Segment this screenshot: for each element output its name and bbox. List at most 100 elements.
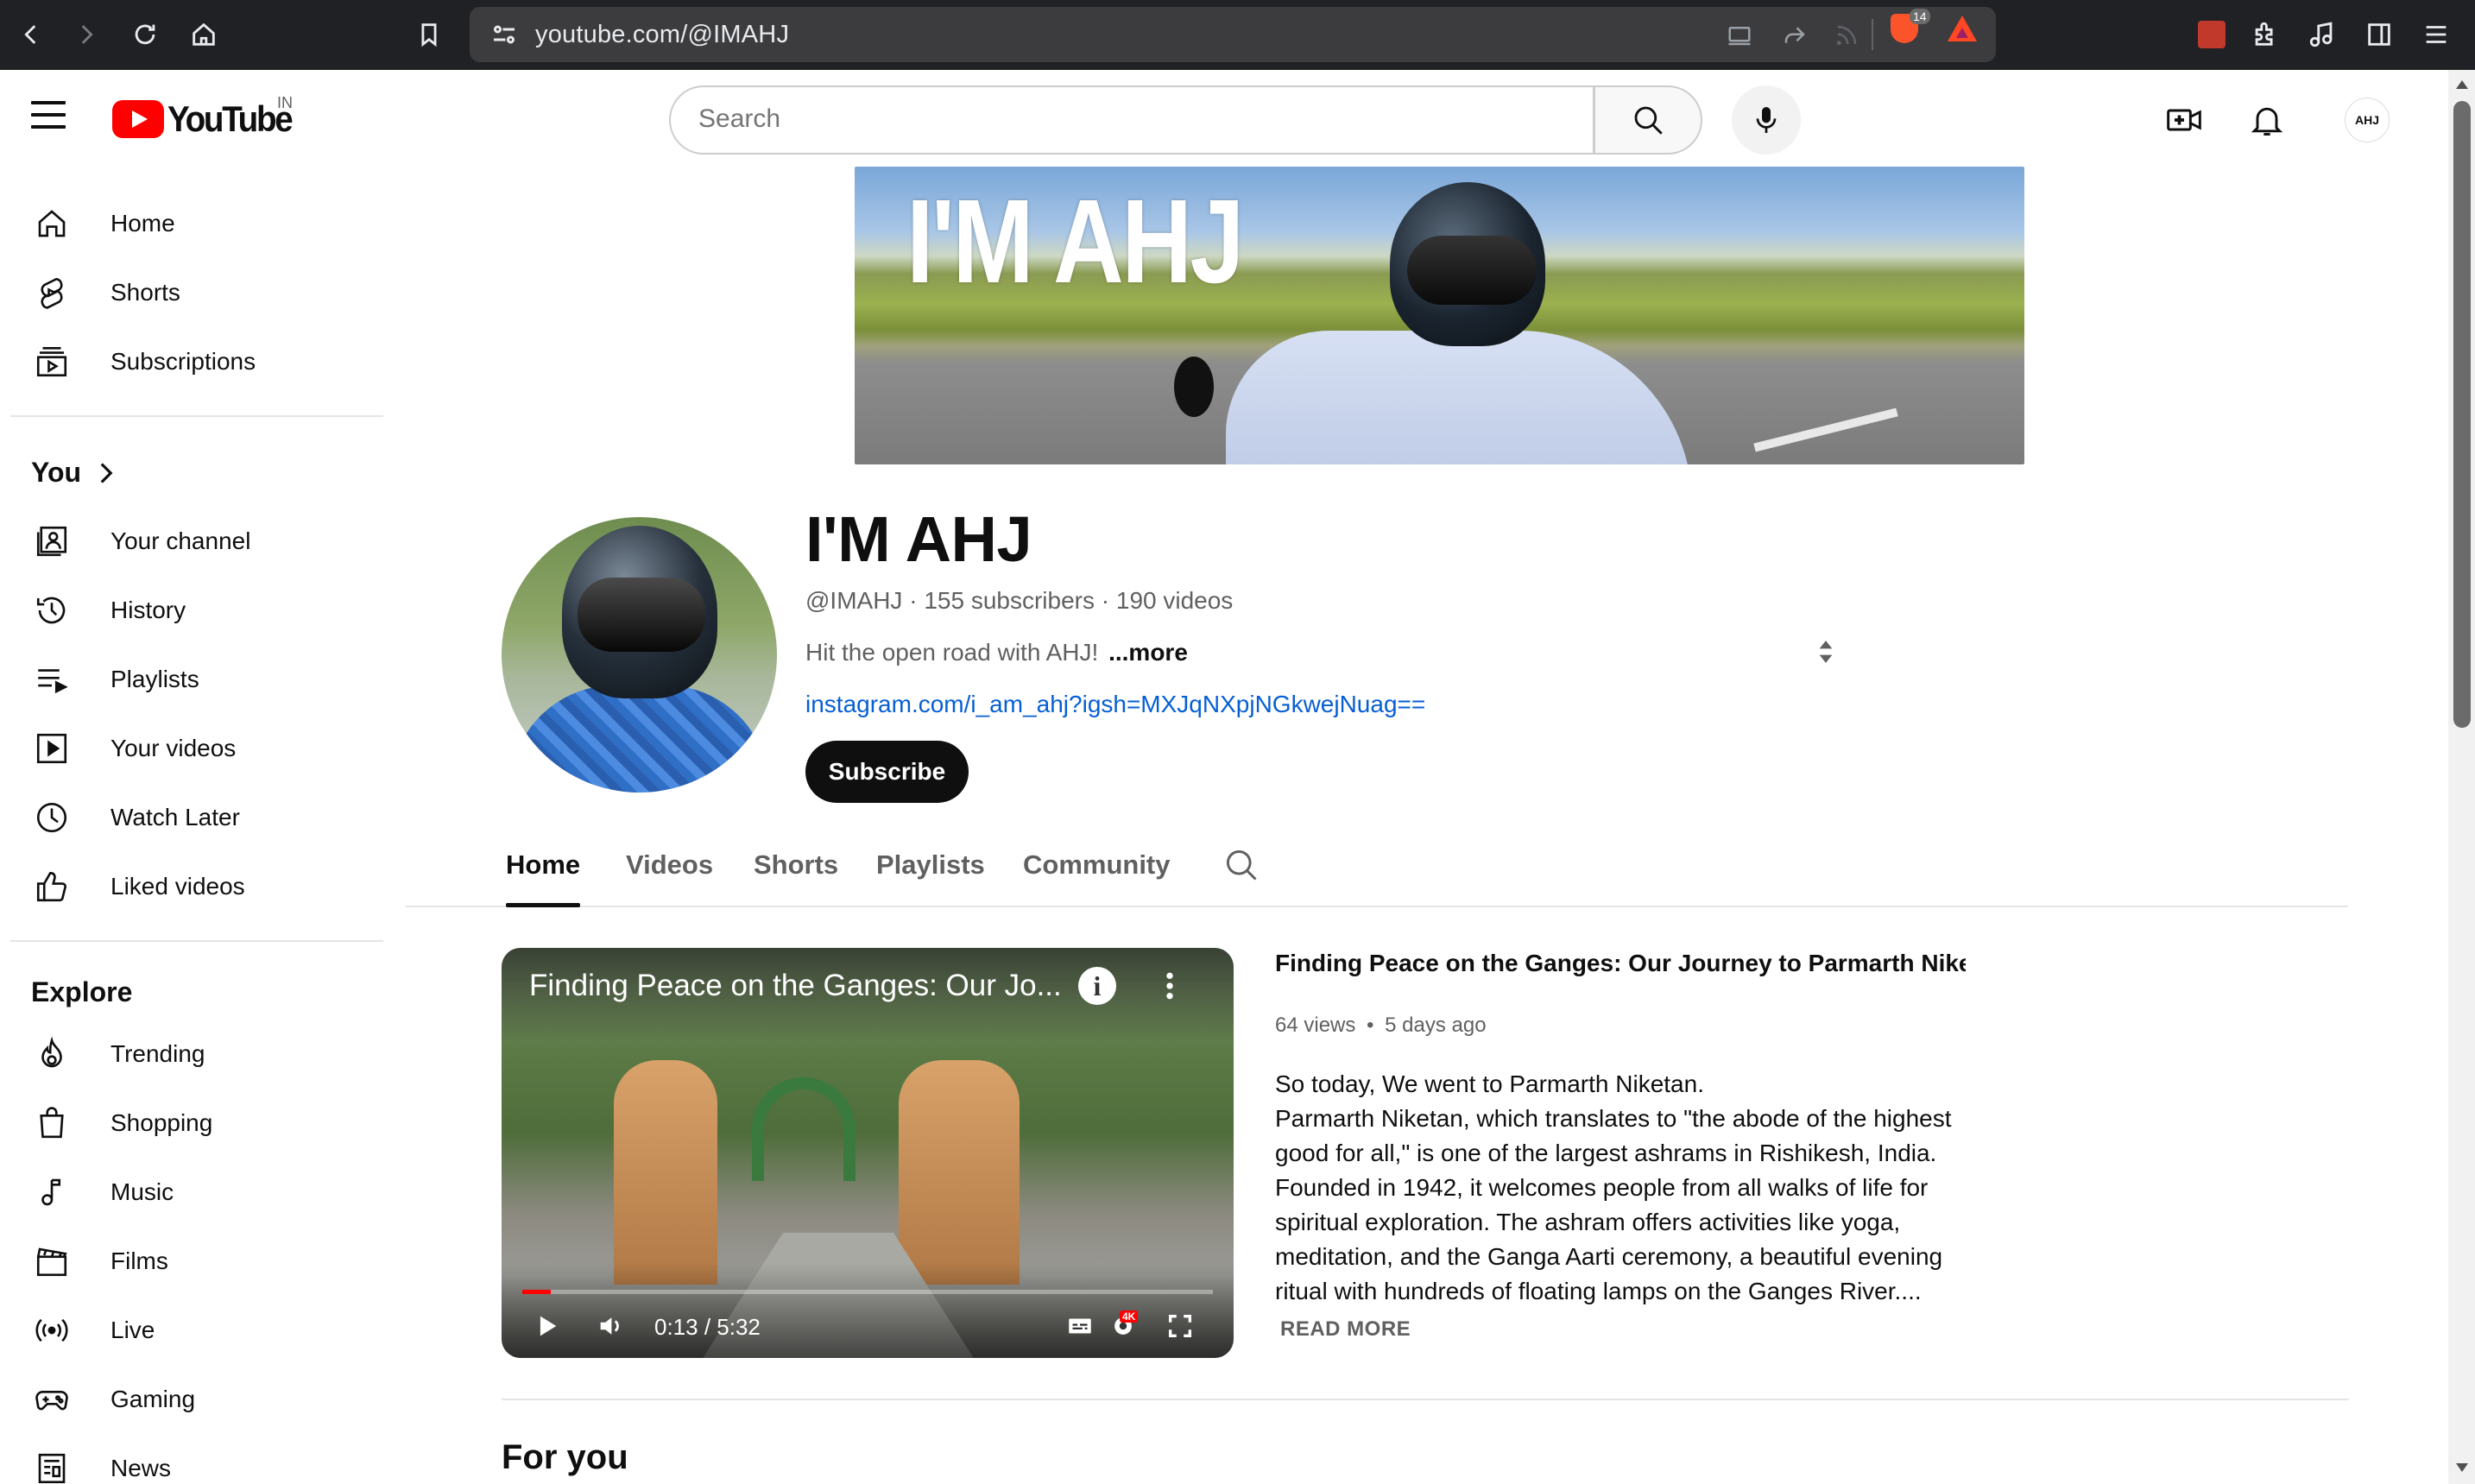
channel-description[interactable]: Hit the open road with AHJ! ...more [805,639,1188,666]
reload-icon[interactable] [126,16,164,54]
channel-description-text: Hit the open road with AHJ! [805,639,1099,666]
captions-icon[interactable] [1063,1309,1097,1343]
sidebar-item-trending[interactable]: Trending [10,1021,382,1087]
rss-icon[interactable] [1834,22,1859,48]
browser-menu-icon[interactable] [2417,16,2455,54]
read-more-link[interactable]: READ MORE [1280,1317,1411,1342]
channel-search-icon[interactable] [1222,846,1260,884]
page-scrollbar[interactable] [2448,70,2475,1484]
clock-icon [33,799,71,837]
account-avatar[interactable]: AHJ [2345,98,2390,142]
expand-collapse-icon[interactable] [1816,639,1837,666]
sidebar-item-label: Subscriptions [110,348,256,375]
back-icon[interactable] [12,16,50,54]
player-title[interactable]: Finding Peace on the Ganges: Our Jo... [529,969,1090,1003]
sidebar-item-home[interactable]: Home [10,191,382,256]
guide-menu-icon[interactable] [31,101,73,136]
music-note-icon [33,1173,71,1211]
home-browser-icon[interactable] [185,16,223,54]
notifications-bell-icon[interactable] [2246,99,2288,141]
featured-video-player[interactable]: Finding Peace on the Ganges: Our Jo... i… [502,948,1234,1358]
featured-video-title[interactable]: Finding Peace on the Ganges: Our Journey… [1275,950,1966,977]
sidebar-divider [10,940,383,942]
sidebar-item-label: Watch Later [110,804,240,830]
voice-search-button[interactable] [1732,85,1801,155]
play-icon[interactable] [529,1309,564,1343]
forward-icon[interactable] [67,16,105,54]
quality-badge: 4K [1120,1310,1139,1323]
sidebar-item-history[interactable]: History [10,578,382,643]
sidebar-item-liked-videos[interactable]: Liked videos [10,854,382,919]
channel-avatar[interactable] [502,517,777,793]
cast-icon[interactable] [1727,22,1752,48]
sidebar-item-label: Live [110,1317,155,1343]
tab-community[interactable]: Community [1023,849,1171,905]
banner-road-marking [1753,407,1898,452]
address-bar[interactable]: youtube.com/@IMAHJ [470,7,1996,62]
search-input[interactable] [698,104,1562,134]
sidebar-item-films[interactable]: Films [10,1228,382,1294]
tab-shorts[interactable]: Shorts [754,849,838,905]
volume-icon[interactable] [593,1309,628,1343]
sidebar-item-label: History [110,597,186,623]
url-text[interactable]: youtube.com/@IMAHJ [535,21,789,49]
subscribe-button[interactable]: Subscribe [805,741,969,803]
channel-name: I'M AHJ [805,503,1032,575]
sidebar-item-playlists[interactable]: Playlists [10,647,382,712]
extensions-puzzle-icon[interactable] [2246,16,2284,54]
sidebar-item-subscriptions[interactable]: Subscriptions [10,329,382,395]
sidebar-item-label: Home [110,210,175,237]
media-controls-icon[interactable] [2303,16,2341,54]
youtube-logo[interactable]: YouTube [112,98,302,139]
progress-bar[interactable] [522,1290,1213,1294]
info-icon[interactable]: i [1078,967,1116,1005]
brave-rewards-icon-inner [1956,28,1968,38]
site-settings-icon[interactable] [489,19,520,50]
scroll-up-arrow[interactable] [2456,80,2468,89]
fullscreen-icon[interactable] [1163,1309,1197,1343]
for-you-heading: For you [502,1438,628,1476]
scroll-down-arrow[interactable] [2456,1463,2468,1472]
sidebar-item-music[interactable]: Music [10,1159,382,1225]
share-icon[interactable] [1782,22,1808,48]
sidebar-item-label: Your channel [110,527,251,554]
flame-icon [33,1035,71,1073]
sidebar-item-your-videos[interactable]: Your videos [10,716,382,781]
your-channel-icon [33,522,71,560]
gamepad-icon [33,1380,71,1418]
banner-rider-body [1226,331,1692,464]
sidebar-item-label: Shorts [110,279,180,306]
your-videos-icon [33,729,71,767]
bookmark-icon[interactable] [410,16,448,54]
sidebar-you-heading[interactable]: You [31,457,116,489]
channel-external-link[interactable]: instagram.com/i_am_ahj?igsh=MXJqNXpjNGkw… [805,691,1425,718]
tab-home[interactable]: Home [506,849,581,907]
more-vertical-icon[interactable] [1165,969,1182,1003]
scrollbar-thumb[interactable] [2453,101,2471,728]
sidebar-toggle-icon[interactable] [2360,16,2398,54]
description-more-link[interactable]: ...more [1108,639,1188,666]
banner-visor [1407,236,1537,305]
tab-playlists[interactable]: Playlists [876,849,985,905]
chevron-right-icon [100,462,113,483]
sidebar-item-your-channel[interactable]: Your channel [10,508,382,574]
youtube-wordmark: YouTube [167,98,294,139]
sidebar-item-news[interactable]: News [10,1436,382,1484]
progress-bar-fill [522,1290,551,1294]
featured-video-meta: 64 views • 5 days ago [1275,1014,1487,1038]
create-video-icon[interactable] [2163,99,2205,141]
sidebar-item-live[interactable]: Live [10,1298,382,1363]
sidebar-item-watch-later[interactable]: Watch Later [10,785,382,850]
tab-videos[interactable]: Videos [626,849,713,905]
sidebar-item-shorts[interactable]: Shorts [10,260,382,325]
thumbs-up-icon [33,868,71,906]
extension-icon[interactable] [2198,21,2226,48]
sidebar-item-gaming[interactable]: Gaming [10,1367,382,1432]
upload-age: 5 days ago [1385,1014,1487,1037]
search-button[interactable] [1594,85,1702,155]
search-box[interactable] [669,85,1594,155]
sidebar-item-label: Playlists [110,666,199,692]
sidebar-item-label: Liked videos [110,873,245,900]
sidebar-item-shopping[interactable]: Shopping [10,1090,382,1156]
channel-banner: I'M AHJ [855,167,2024,464]
